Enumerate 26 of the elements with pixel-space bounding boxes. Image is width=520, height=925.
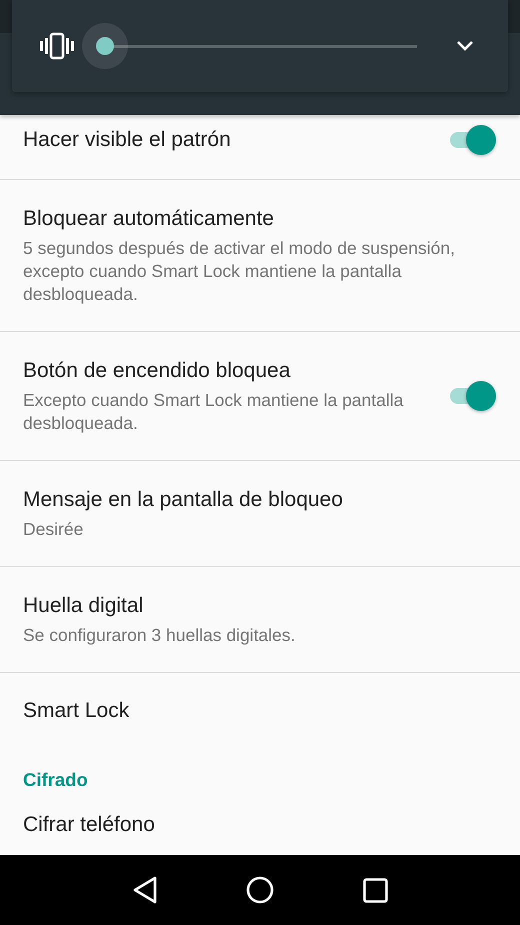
settings-item[interactable]: Mensaje en la pantalla de bloqueo Desirée <box>0 461 520 567</box>
setting-summary: Excepto cuando Smart Lock mantiene la pantalla desbloqueada. <box>23 389 404 435</box>
setting-summary: Se configuraron 3 huellas digitales. <box>23 624 296 647</box>
settings-item[interactable]: Smart Lock <box>0 673 520 749</box>
back-icon[interactable] <box>132 876 158 904</box>
setting-title: Smart Lock <box>23 698 130 724</box>
toggle-switch[interactable] <box>450 381 496 411</box>
setting-title: Mensaje en la pantalla de bloqueo <box>23 487 344 513</box>
setting-title: Bloquear automáticamente <box>23 206 275 232</box>
settings-item[interactable]: Hacer visible el patrón <box>0 115 520 180</box>
settings-item[interactable]: Bloquear automáticamente 5 segundos después de activar el modo de suspensión, excepto cuando Smart Lock mantiene la pantalla desbloqueada. <box>0 180 520 332</box>
vibrate-icon <box>39 32 75 60</box>
toggle-switch[interactable] <box>450 125 496 155</box>
setting-title: Cifrar teléfono <box>23 812 156 838</box>
setting-summary: 5 segundos después de activar el modo de suspensión, excepto cuando Smart Lock mantiene la pantalla desbloqueada. <box>23 237 456 306</box>
settings-item[interactable]: Cifrar teléfono <box>0 799 520 855</box>
section-header: Cifrado <box>22 768 89 792</box>
settings-item[interactable]: Botón de encendido bloquea Excepto cuando Smart Lock mantiene la pantalla desbloqueada. <box>0 332 520 461</box>
setting-summary: Desirée <box>23 518 84 541</box>
recents-icon[interactable] <box>362 878 388 902</box>
settings-item[interactable]: Huella digital Se configuraron 3 huellas digitales. <box>0 567 520 673</box>
setting-title: Hacer visible el patrón <box>23 127 232 153</box>
chevron-icon <box>456 40 474 52</box>
setting-title: Botón de encendido bloquea <box>23 358 292 384</box>
setting-title: Huella digital <box>23 593 144 619</box>
home-icon[interactable] <box>246 876 274 904</box>
